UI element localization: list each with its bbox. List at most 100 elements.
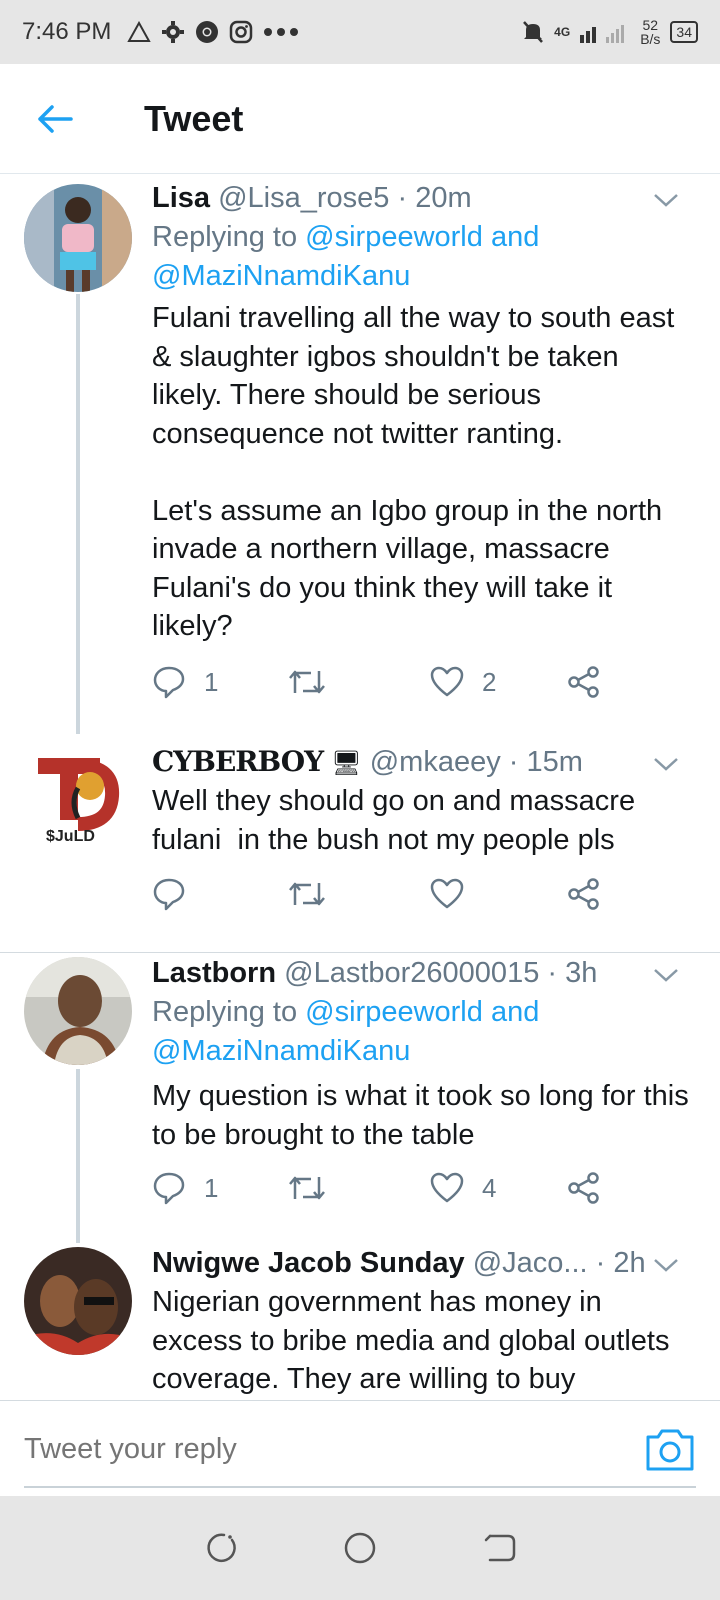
retweet-button[interactable] (287, 874, 327, 914)
reply-input[interactable] (24, 1423, 584, 1475)
recent-apps-button[interactable] (190, 1518, 250, 1578)
camera-icon[interactable] (642, 1421, 698, 1477)
retweet-button[interactable] (287, 662, 345, 702)
author-name[interactable]: Nwigwe Jacob Sunday (152, 1247, 465, 1279)
tweet-thread[interactable]: Lisa @Lisa_rose5 · 20m Replying to @sirp… (0, 174, 720, 1400)
tweet-time: 3h (565, 957, 598, 989)
avatar[interactable] (24, 957, 132, 1065)
app-header: Tweet (0, 64, 720, 174)
author-name[interactable]: Lisa (152, 182, 210, 214)
retweet-icon (289, 670, 325, 694)
replying-to-second: @MaziNnamdiKanu (152, 1032, 696, 1071)
replying-and: and (482, 221, 540, 253)
avatar[interactable] (24, 1247, 132, 1355)
tweet-body: Lisa @Lisa_rose5 · 20m Replying to @sirp… (152, 178, 696, 646)
status-bar: 7:46 PM 4G 52 B/s 34 (0, 0, 720, 64)
speed-value: 52 (642, 17, 659, 33)
share-button[interactable] (567, 874, 601, 914)
share-button[interactable] (567, 662, 601, 702)
thread-line (76, 294, 80, 734)
chevron-down-icon[interactable] (652, 965, 680, 985)
tweet-header: Lastborn @Lastbor26000015 · 3h (152, 953, 696, 993)
reply-count: 1 (204, 1172, 219, 1203)
share-icon (568, 1172, 599, 1204)
mention-link[interactable]: @MaziNnamdiKanu (152, 1035, 410, 1067)
author-handle[interactable]: @Jaco... (473, 1247, 588, 1279)
mute-bell-icon (523, 21, 544, 43)
heart-icon (430, 666, 464, 697)
reply-button[interactable]: 1 (152, 662, 218, 702)
chevron-down-icon[interactable] (652, 1255, 680, 1275)
mention-link[interactable]: @sirpeeworld (305, 996, 483, 1028)
replying-to: Replying to @sirpeeworld and (152, 218, 696, 257)
tweet-lisa[interactable]: Lisa @Lisa_rose5 · 20m Replying to @sirp… (0, 174, 720, 734)
status-time: 7:46 PM (22, 18, 112, 45)
replying-to-second: @MaziNnamdiKanu (152, 257, 696, 296)
tweet-header: Nwigwe Jacob Sunday @Jaco... · 2h (152, 1243, 696, 1283)
author-name[interactable]: CYBERBOY (152, 745, 324, 778)
reply-composer (0, 1400, 720, 1496)
home-button[interactable] (330, 1518, 390, 1578)
computer-emoji-icon: 🖥 (331, 749, 362, 777)
signal-icon (580, 25, 625, 43)
tweet-actions: 1 2 (152, 662, 622, 702)
reply-icon (153, 1172, 185, 1205)
back-arrow-icon (38, 104, 73, 133)
gear-icon (162, 21, 185, 43)
avatar-lastborn-photo (24, 957, 132, 1065)
replying-prefix: Replying to (152, 221, 306, 253)
separator-dot: · (508, 746, 519, 778)
reply-button[interactable]: 1 (152, 1168, 218, 1208)
tweet-text: Well they should go on and massacre fula… (152, 785, 644, 856)
author-handle[interactable]: @Lastbor26000015 (284, 957, 539, 989)
author-handle[interactable]: @mkaeey (370, 746, 501, 778)
tweet-time: 15m (526, 746, 583, 778)
share-button[interactable] (567, 1168, 601, 1208)
chevron-down-icon[interactable] (652, 190, 680, 210)
like-button[interactable]: 4 (430, 1168, 496, 1208)
retweet-button[interactable] (287, 1168, 345, 1208)
system-nav-bar (0, 1496, 720, 1600)
tweet-time: 20m (415, 182, 472, 214)
tweet-time: 2h (613, 1247, 646, 1279)
tweet-nwigwe[interactable]: Nwigwe Jacob Sunday @Jaco... · 2h Nigeri… (0, 1243, 720, 1400)
more-dots-icon (264, 28, 299, 36)
avatar[interactable] (24, 184, 132, 292)
like-button[interactable] (430, 874, 464, 914)
replying-to: Replying to @sirpeeworld and (152, 993, 696, 1032)
back-button[interactable] (0, 64, 110, 174)
battery-indicator: 34 (670, 21, 698, 43)
tweet-body: Lastborn @Lastbor26000015 · 3h Replying … (152, 953, 696, 1154)
reply-input-underline (24, 1486, 696, 1488)
chrome-icon (196, 21, 219, 43)
tweet-header: CYBERBOY 🖥 @mkaeey · 15m (152, 742, 696, 782)
avatar-lisa-photo (24, 184, 132, 292)
mention-link[interactable]: @sirpeeworld (305, 221, 483, 253)
author-name[interactable]: Lastborn (152, 957, 276, 989)
reply-button[interactable] (152, 874, 186, 914)
share-icon (568, 878, 599, 910)
reply-icon (153, 666, 185, 699)
author-handle[interactable]: @Lisa_rose5 (218, 182, 389, 214)
tweet-lastborn[interactable]: Lastborn @Lastbor26000015 · 3h Replying … (0, 953, 720, 1243)
battery-level: 34 (676, 24, 692, 40)
mention-link[interactable]: @MaziNnamdiKanu (152, 260, 410, 292)
chevron-down-icon[interactable] (652, 754, 680, 774)
status-right-indicators: 4G 52 B/s 34 (522, 18, 698, 46)
instagram-icon (230, 20, 253, 44)
back-nav-button[interactable] (470, 1518, 530, 1578)
like-count: 2 (482, 666, 497, 697)
warning-triangle-icon (127, 21, 152, 42)
tweet-text: Fulani travelling all the way to south e… (152, 302, 675, 642)
avatar[interactable]: $JuLD (24, 748, 132, 856)
separator-dot: · (595, 1247, 606, 1279)
reply-icon (153, 878, 185, 911)
status-notification-icons (127, 20, 299, 44)
like-button[interactable]: 2 (430, 662, 496, 702)
retweet-icon (289, 1176, 325, 1200)
tweet-body: Nwigwe Jacob Sunday @Jaco... · 2h Nigeri… (152, 1243, 696, 1399)
network-type: 4G (554, 25, 571, 39)
separator-dot: · (547, 957, 558, 989)
tweet-cyberboy[interactable]: $JuLD CYBERBOY 🖥 @mkaeey · 15m Well they… (0, 734, 720, 934)
back-nav-icon (484, 1534, 516, 1562)
